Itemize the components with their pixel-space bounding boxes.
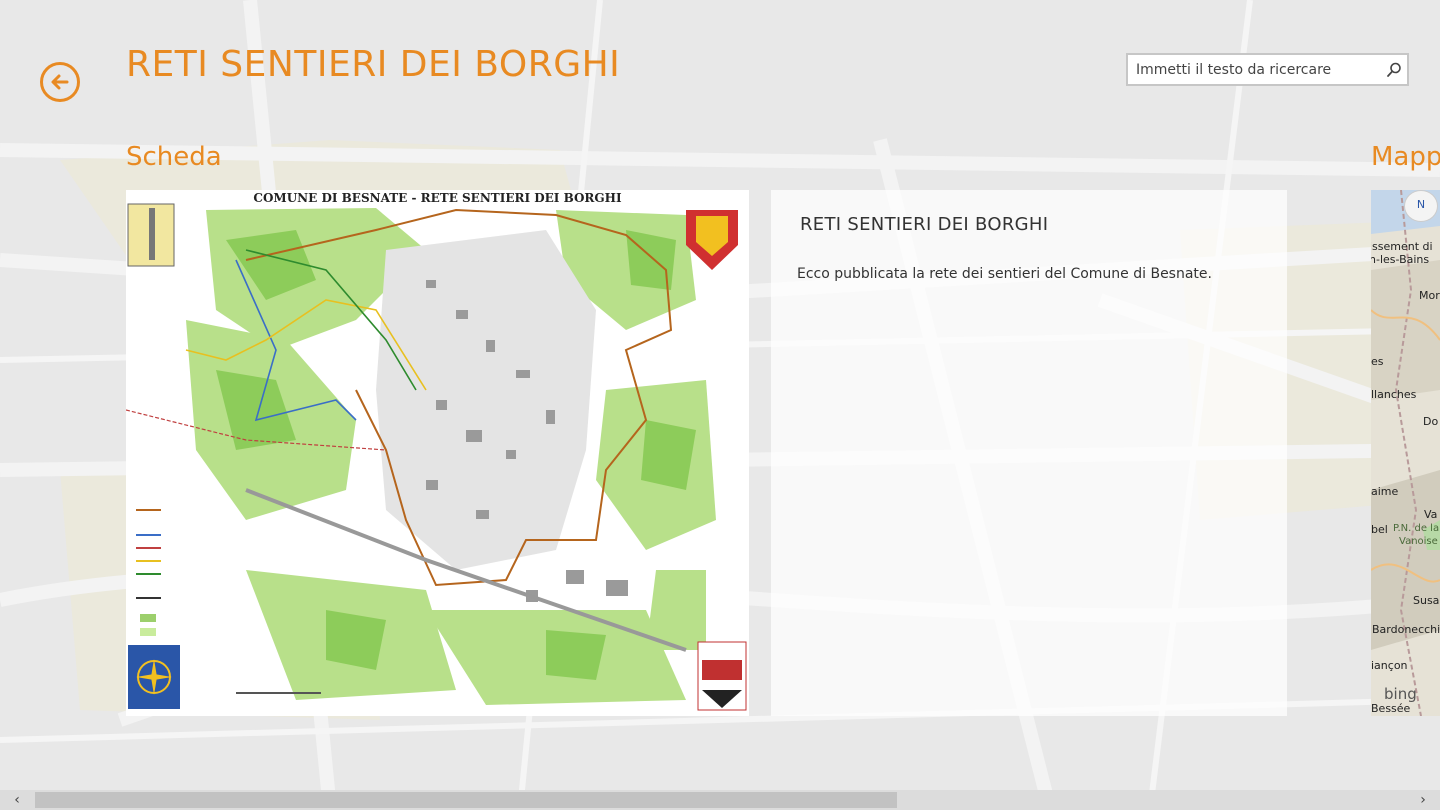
info-text: Ecco pubblicata la rete dei sentieri del… <box>797 266 1212 282</box>
scroll-right-button[interactable]: › <box>1406 790 1440 810</box>
scroll-left-button[interactable]: ‹ <box>0 790 34 810</box>
map-label: Vanoise <box>1399 536 1438 547</box>
map-label: aime <box>1371 485 1399 498</box>
map-preview[interactable]: N issement di n-les-Bains Mor es llanche… <box>1371 190 1440 716</box>
map-label: issement di <box>1371 240 1433 253</box>
horizontal-scrollbar[interactable]: ‹ › <box>0 790 1440 810</box>
section-title-scheda: Scheda <box>126 142 222 172</box>
map-label: Mor <box>1419 289 1440 302</box>
info-panel: RETI SENTIERI DEI BORGHI Ecco pubblicata… <box>771 190 1287 716</box>
search-box[interactable] <box>1126 53 1409 86</box>
page-title: RETI SENTIERI DEI BORGHI <box>126 44 621 85</box>
map-label: Va <box>1424 508 1438 521</box>
scrollbar-thumb[interactable] <box>35 792 897 808</box>
trail-map-image[interactable]: COMUNE DI BESNATE - RETE SENTIERI DEI BO… <box>126 190 749 716</box>
search-input[interactable] <box>1128 55 1386 84</box>
info-title: RETI SENTIERI DEI BORGHI <box>800 214 1049 235</box>
map-label: Susa <box>1413 594 1440 607</box>
map-label: bel <box>1371 523 1388 536</box>
bing-logo-icon: bing <box>1384 685 1417 703</box>
map-label: Bessée <box>1371 702 1411 715</box>
map-label: llanches <box>1371 388 1417 401</box>
search-icon[interactable] <box>1385 61 1403 79</box>
compass-north-label: N <box>1416 198 1426 211</box>
map-label: Do <box>1423 415 1439 428</box>
map-label: n-les-Bains <box>1371 253 1430 266</box>
trail-map-drawing <box>126 203 747 712</box>
compass-icon[interactable]: N <box>1404 190 1438 222</box>
map-preview-terrain <box>1371 190 1440 716</box>
map-label: Bardonecchia <box>1372 623 1440 636</box>
map-label: iançon <box>1371 659 1408 672</box>
map-label: es <box>1371 355 1384 368</box>
bing-logo-text: bing <box>1384 685 1417 703</box>
section-title-mappa[interactable]: Mapp <box>1371 142 1440 172</box>
back-arrow-icon <box>51 74 69 90</box>
map-label: P.N. de la <box>1393 523 1440 534</box>
back-button[interactable] <box>40 62 80 102</box>
